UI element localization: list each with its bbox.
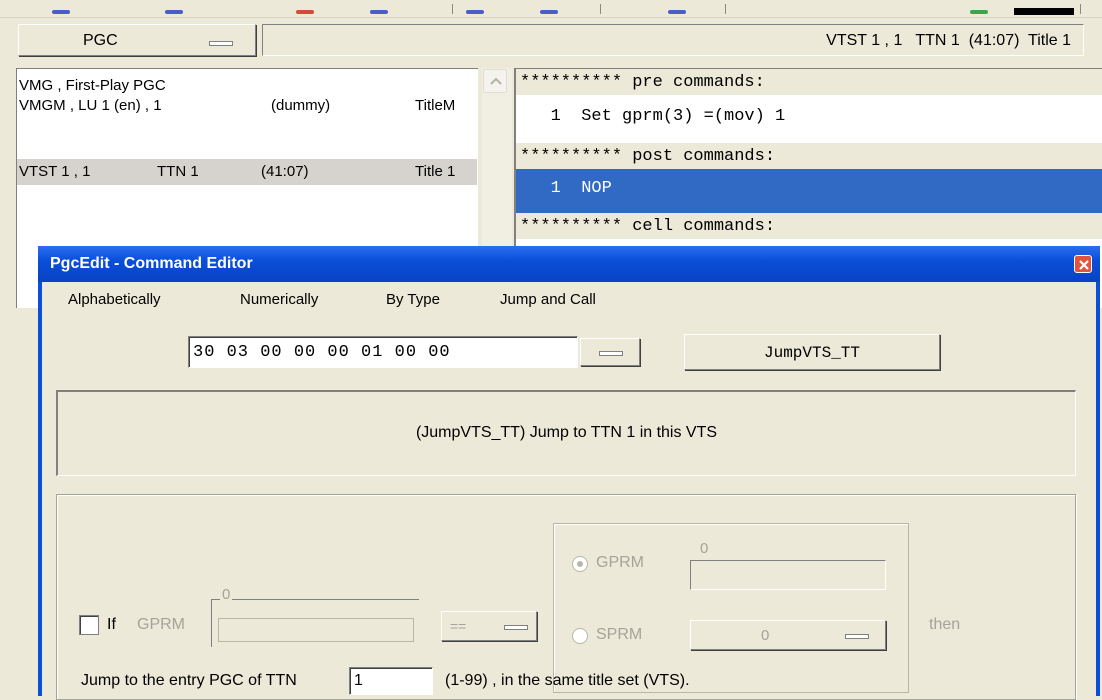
- toolbar-marker-icon: [165, 10, 183, 14]
- menu-item-by-type[interactable]: By Type: [386, 291, 440, 308]
- dialog-close-button[interactable]: [1074, 255, 1092, 273]
- gprm-label: GPRM: [137, 616, 185, 633]
- status-text: VTST 1 , 1 TTN 1 (41:07) Title 1: [826, 32, 1071, 49]
- dialog-menu-bar: Alphabetically Numerically By Type Jump …: [42, 282, 1096, 316]
- pgc-dropdown-button[interactable]: PGC: [18, 24, 256, 56]
- command-list-header: ********** cell commands:: [516, 213, 1102, 239]
- command-list-header: ********** post commands:: [516, 143, 1102, 169]
- dropdown-arrow-icon: [841, 631, 871, 640]
- toolbar-marker-icon: [296, 10, 314, 14]
- toolbar-separator: [452, 4, 453, 14]
- right-operand-group: GPRM 0 SPRM 0: [553, 523, 909, 693]
- top-toolbar-strip: [0, 0, 1102, 18]
- jump-label: Jump to the entry PGC of TTN: [81, 672, 297, 689]
- command-editor-dialog: PgcEdit - Command Editor Alphabetically …: [38, 246, 1100, 700]
- pgc-list-item-selected[interactable]: VTST 1 , 1 TTN 1 (41:07) Title 1: [17, 159, 477, 185]
- status-bar: VTST 1 , 1 TTN 1 (41:07) Title 1: [262, 24, 1084, 56]
- compare-operator-dropdown[interactable]: ==: [441, 611, 537, 641]
- chevron-up-icon: [490, 77, 502, 85]
- gprm-right-value: 0: [700, 540, 709, 557]
- dialog-client-area: Alphabetically Numerically By Type Jump …: [42, 282, 1096, 700]
- sprm-radio-label: SPRM: [596, 626, 643, 643]
- sprm-dropdown-value: 0: [761, 627, 770, 644]
- toolbar-marker-icon: [540, 10, 558, 14]
- command-list-row-selected[interactable]: 1 NOP: [516, 169, 1102, 213]
- toolbar-dark-element: [1014, 8, 1074, 15]
- command-list-header: ********** pre commands:: [516, 69, 1102, 95]
- toolbar-marker-icon: [370, 10, 388, 14]
- toolbar-separator: [600, 4, 601, 14]
- toolbar-marker-icon: [970, 10, 988, 14]
- command-list-row[interactable]: 1 Set gprm(3) =(mov) 1: [516, 95, 1102, 143]
- menu-item-numerically[interactable]: Numerically: [240, 291, 318, 308]
- gprm-left-value: 0: [220, 586, 233, 603]
- menu-item-alphabetically[interactable]: Alphabetically: [68, 291, 161, 308]
- scroll-up-button[interactable]: [483, 69, 507, 93]
- then-label: then: [929, 616, 961, 633]
- toolbar-separator: [725, 4, 726, 14]
- parameters-group: If GPRM 0 == GPRM 0 SPRM 0 then Jump to …: [56, 494, 1076, 700]
- if-label: If: [107, 616, 116, 633]
- radio-dot-icon: [577, 561, 583, 567]
- range-label: (1-99) , in the same title set (VTS).: [445, 672, 690, 689]
- menu-item-jump-and-call[interactable]: Jump and Call: [500, 291, 596, 308]
- pgc-list-item[interactable]: VMGM , LU 1 (en) , 1 (dummy) TitleM: [17, 97, 477, 117]
- if-checkbox[interactable]: [79, 615, 99, 635]
- gprm-radio[interactable]: [572, 556, 588, 572]
- sprm-dropdown[interactable]: 0: [690, 620, 886, 650]
- dialog-title-bar[interactable]: PgcEdit - Command Editor: [38, 246, 1100, 282]
- toolbar-marker-icon: [466, 10, 484, 14]
- toolbar-marker-icon: [52, 10, 70, 14]
- pgc-dropdown-label: PGC: [83, 32, 118, 49]
- toolbar-separator: [1080, 4, 1081, 14]
- compare-operator-label: ==: [450, 618, 467, 634]
- sprm-radio[interactable]: [572, 628, 588, 644]
- ttn-input[interactable]: 1: [349, 667, 433, 695]
- gprm-right-field[interactable]: [690, 560, 886, 590]
- command-type-button[interactable]: JumpVTS_TT: [684, 334, 940, 370]
- hex-command-input[interactable]: 30 03 00 00 00 01 00 00: [188, 336, 578, 368]
- dropdown-arrow-icon: [500, 622, 530, 631]
- close-icon: [1079, 260, 1089, 270]
- command-description: (JumpVTS_TT) Jump to TTN 1 in this VTS: [56, 390, 1076, 476]
- gprm-left-field[interactable]: [218, 618, 414, 642]
- pgc-list-item[interactable]: VMG , First-Play PGC: [19, 77, 166, 94]
- dialog-title: PgcEdit - Command Editor: [50, 255, 253, 272]
- gprm-radio-label: GPRM: [596, 554, 644, 571]
- toolbar-marker-icon: [668, 10, 686, 14]
- dropdown-arrow-icon: [595, 348, 625, 357]
- dropdown-arrow-icon: [205, 38, 235, 47]
- gprm-left-operand[interactable]: 0: [211, 586, 419, 647]
- hex-dropdown-button[interactable]: [580, 338, 640, 366]
